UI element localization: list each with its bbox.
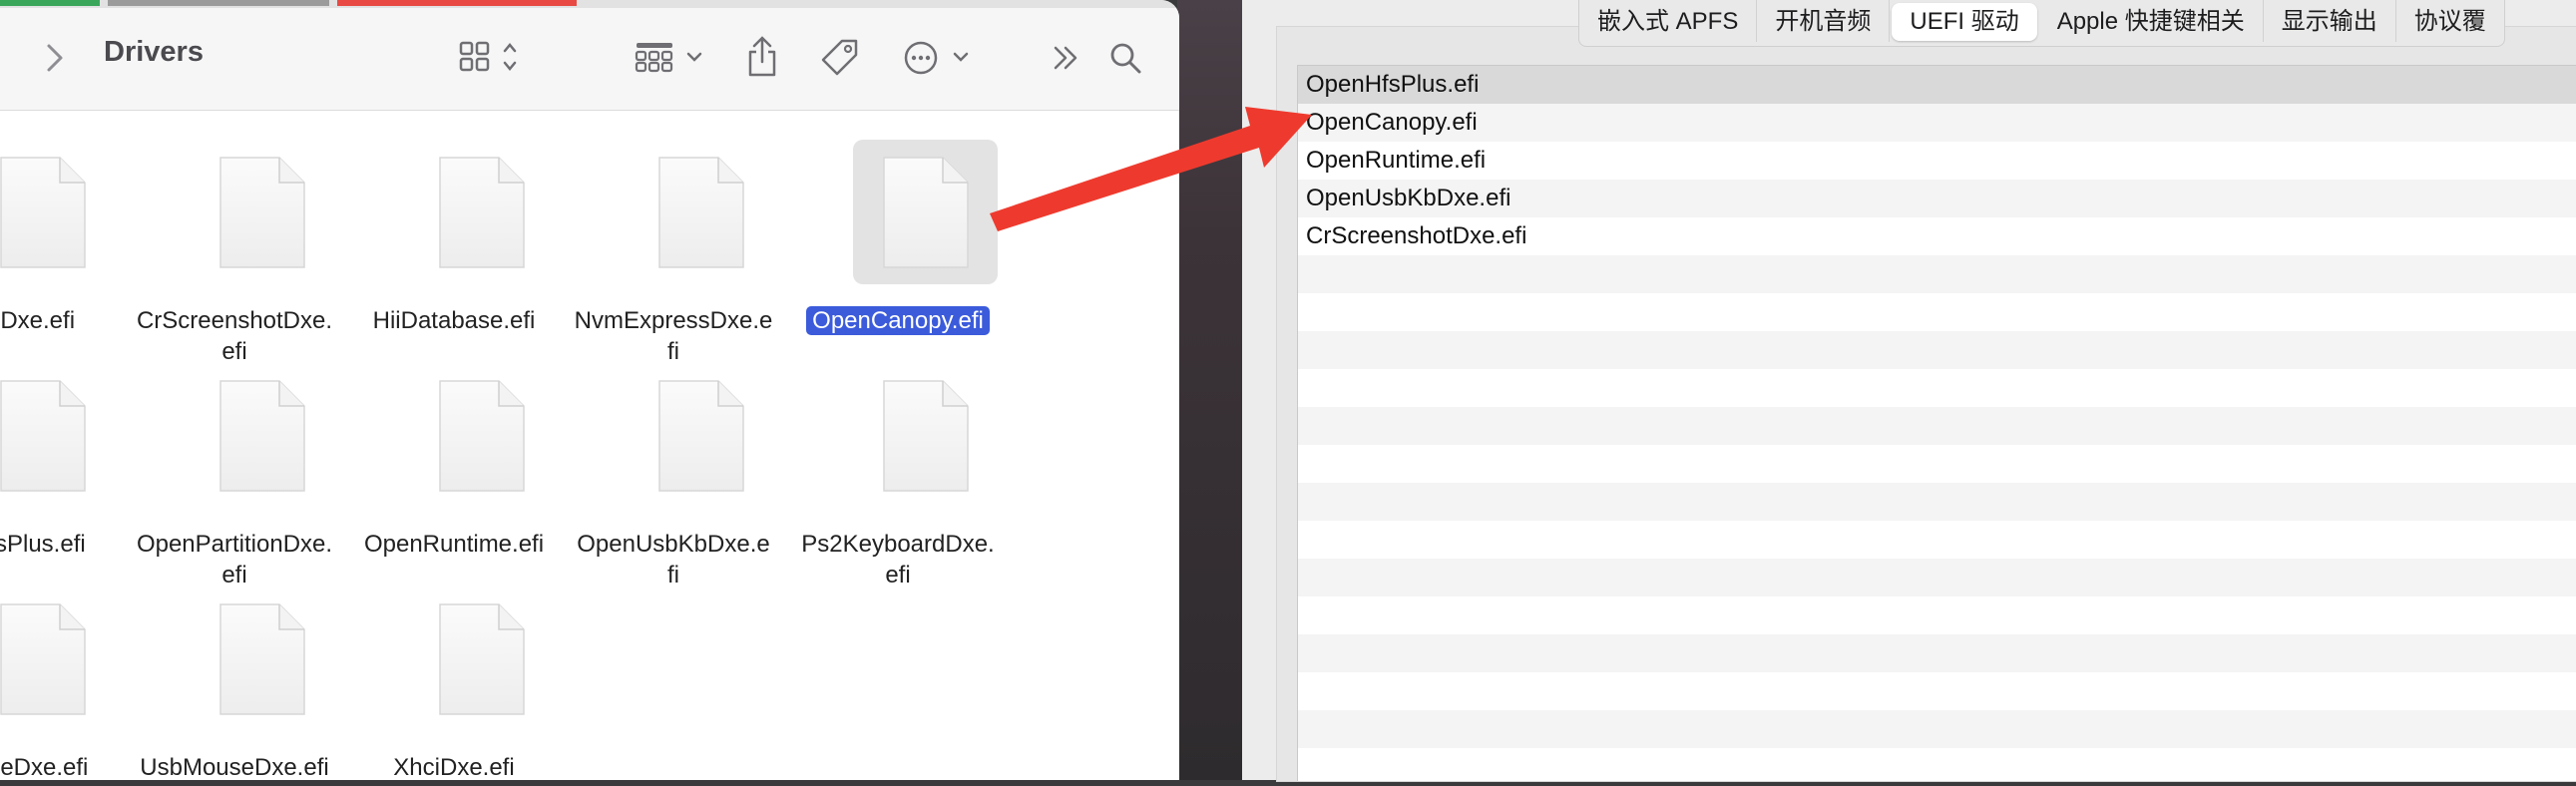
empty-row[interactable] [1298, 445, 2576, 483]
tab-0[interactable]: 嵌入式 APFS [1579, 0, 1758, 42]
share-icon[interactable] [742, 34, 782, 80]
file-name: OpenRuntime.efi [363, 531, 545, 558]
search-icon[interactable] [1105, 38, 1145, 78]
tab-3[interactable]: Apple 快捷键相关 [2039, 0, 2264, 42]
empty-row[interactable] [1298, 559, 2576, 596]
icon-view-grid-icon[interactable] [455, 38, 525, 78]
document-icon [629, 363, 773, 508]
file-name: HiiDatabase.efi [372, 307, 536, 334]
empty-row[interactable] [1298, 672, 2576, 710]
document-icon [0, 587, 115, 731]
driver-row[interactable]: OpenHfsPlus.efi [1298, 66, 2576, 104]
more-actions-icon[interactable] [902, 38, 974, 78]
folder-title: Drivers [104, 36, 204, 68]
tag-icon[interactable] [818, 36, 862, 80]
empty-row[interactable] [1298, 596, 2576, 634]
empty-row[interactable] [1298, 710, 2576, 748]
driver-row[interactable]: OpenRuntime.efi [1298, 142, 2576, 180]
file-name: UsbMouseDxe.efi [140, 754, 329, 780]
file-name: udioDxe.efi [0, 307, 76, 334]
finder-window: Drivers Dxe.efi CrScreenshotDxe. efi Hii… [0, 0, 1179, 780]
file-name: OpenCanopy.efi [783, 305, 1013, 336]
tab-indicator-red[interactable] [337, 0, 577, 6]
empty-row[interactable] [1298, 255, 2576, 293]
tab-5[interactable]: 协议覆 [2396, 0, 2504, 42]
empty-row[interactable] [1298, 521, 2576, 559]
driver-row[interactable]: CrScreenshotDxe.efi [1298, 217, 2576, 255]
empty-row[interactable] [1298, 748, 2576, 786]
document-icon [409, 587, 554, 731]
forward-chevron-icon[interactable] [40, 38, 70, 78]
finder-toolbar: Drivers [0, 8, 1179, 111]
empty-row[interactable] [1298, 369, 2576, 407]
driver-row[interactable]: OpenCanopy.efi [1298, 104, 2576, 142]
toolbar-overflow-icon[interactable] [1048, 38, 1083, 78]
document-icon [0, 140, 115, 284]
tab-indicator-green[interactable] [0, 0, 100, 6]
file-name: Ps2KeyboardDxe. efi [801, 531, 995, 589]
file-name: OpenPartitionDxe. efi [136, 531, 333, 589]
uefi-driver-list[interactable]: OpenHfsPlus.efi OpenCanopy.efi OpenRuntime… [1297, 65, 2576, 781]
tab-1[interactable]: 开机音频 [1757, 0, 1891, 42]
file-name: CrScreenshotDxe. efi [136, 307, 333, 365]
tab-indicator-gray[interactable] [108, 0, 329, 6]
file-name: NvmExpressDxe.e fi [574, 307, 773, 365]
file-name: enHfsPlus.efi [0, 531, 86, 558]
segmented-tab-bar: 嵌入式 APFS 开机音频 UEFI 驱动 Apple 快捷键相关 显示输出 协议覆 [1578, 0, 2505, 47]
empty-row[interactable] [1298, 407, 2576, 445]
file-name: OpenUsbKbDxe.e fi [577, 531, 770, 589]
document-icon [629, 140, 773, 284]
file-grid: udioDxe.efi CrScreenshotDxe. efi HiiDataba… [0, 112, 1179, 780]
document-icon [190, 363, 334, 508]
tab-2[interactable]: UEFI 驱动 [1892, 3, 2037, 41]
empty-row[interactable] [1298, 483, 2576, 521]
document-icon [853, 363, 998, 508]
file-name: XhciDxe.efi [393, 754, 515, 780]
document-icon [853, 140, 998, 284]
empty-row[interactable] [1298, 634, 2576, 672]
driver-row[interactable]: OpenUsbKbDxe.efi [1298, 180, 2576, 217]
document-icon [409, 140, 554, 284]
group-view-icon[interactable] [633, 38, 712, 78]
window-tab-strip [0, 0, 1179, 8]
document-icon [0, 363, 115, 508]
empty-row[interactable] [1298, 293, 2576, 331]
document-icon [409, 363, 554, 508]
tab-4[interactable]: 显示输出 [2264, 0, 2396, 42]
document-icon [190, 587, 334, 731]
file-name: MouseDxe.efi [0, 754, 89, 780]
desktop-background [1177, 0, 1242, 780]
document-icon [190, 140, 334, 284]
empty-row[interactable] [1298, 331, 2576, 369]
